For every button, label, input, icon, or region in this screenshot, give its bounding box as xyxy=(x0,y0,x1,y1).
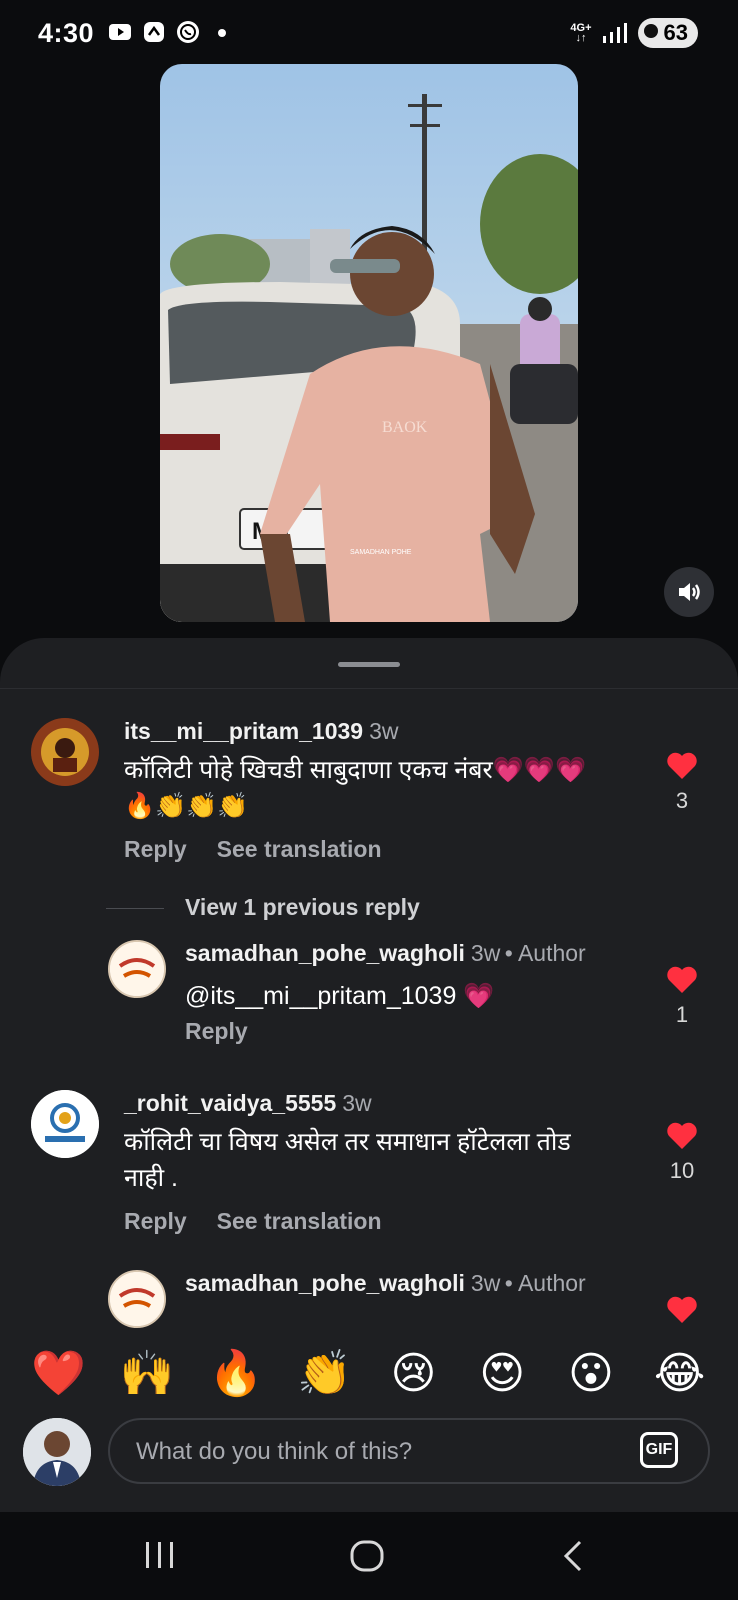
heart-icon xyxy=(667,752,697,779)
battery-indicator: 63 xyxy=(637,18,698,48)
view-previous-reply-button[interactable]: View 1 previous reply xyxy=(185,894,420,921)
reaction-raised-hands[interactable]: 🙌 xyxy=(117,1347,177,1399)
system-nav-bar xyxy=(0,1512,738,1600)
shirt-text: BAOK xyxy=(382,419,428,436)
comment-time: 3w xyxy=(342,1090,372,1116)
like-button[interactable]: 10 xyxy=(662,1122,702,1184)
avatar-image xyxy=(31,1090,99,1158)
comment-input[interactable]: What do you think of this? GIF xyxy=(108,1418,710,1484)
like-button[interactable]: 3 xyxy=(662,752,702,814)
home-icon[interactable] xyxy=(350,1540,384,1572)
status-time: 4:30 xyxy=(38,18,95,48)
author-badge: • Author xyxy=(504,940,586,966)
avatar[interactable] xyxy=(31,1090,99,1158)
avatar[interactable] xyxy=(108,940,166,998)
like-button[interactable]: 1 xyxy=(662,966,702,1028)
comment-username[interactable]: its__mi__pritam_1039 xyxy=(124,718,363,744)
status-bar: 4:30 4G+ ↓↑ 63 xyxy=(0,0,738,66)
reaction-surprised[interactable]: 😮 xyxy=(561,1348,621,1399)
dot-icon xyxy=(218,29,226,37)
current-user-avatar xyxy=(23,1418,91,1486)
video-player[interactable]: MH BAOK SAMADHAN POHE xyxy=(160,64,578,622)
like-count: 3 xyxy=(675,788,689,813)
recent-apps-icon[interactable] xyxy=(144,1540,176,1570)
quick-reactions-bar: ❤️ 🙌 🔥 👏 😢 😍 😮 😂 xyxy=(0,1338,738,1408)
replies-divider xyxy=(106,908,164,909)
heart-icon xyxy=(667,1122,697,1149)
sheet-drag-handle[interactable] xyxy=(338,662,400,667)
gif-button[interactable]: GIF xyxy=(640,1432,678,1468)
comment-input-placeholder: What do you think of this? xyxy=(136,1438,413,1465)
comment-text: कॉलिटी चा विषय असेल तर समाधान हॉटेलला तो… xyxy=(124,1128,571,1192)
like-button[interactable] xyxy=(662,1296,702,1324)
reply-button[interactable]: Reply xyxy=(124,1208,187,1234)
see-translation-button[interactable]: See translation xyxy=(217,836,382,862)
comment-username[interactable]: samadhan_pohe_wagholi xyxy=(185,1270,465,1296)
signal-icon xyxy=(602,23,627,43)
reply-button[interactable]: Reply xyxy=(124,836,187,862)
heart-icon xyxy=(667,1296,697,1323)
whatsapp-icon xyxy=(177,21,199,43)
comment-username[interactable]: samadhan_pohe_wagholi xyxy=(185,940,465,966)
video-watermark: SAMADHAN POHE xyxy=(350,549,412,556)
comment-text: @its__mi__pritam_1039 💗 xyxy=(185,982,495,1010)
avatar-image xyxy=(110,942,164,996)
back-icon[interactable] xyxy=(562,1540,584,1572)
author-badge: • Author xyxy=(504,1270,586,1296)
heart-icon xyxy=(667,966,697,993)
like-count: 10 xyxy=(669,1158,695,1183)
comment-time: 3w xyxy=(470,940,501,966)
app-icon xyxy=(144,22,164,42)
comment-time: 3w xyxy=(369,718,399,744)
avatar-image xyxy=(23,1418,91,1486)
comment-username[interactable]: _rohit_vaidya_5555 xyxy=(124,1090,336,1116)
reaction-laughing[interactable]: 😂 xyxy=(650,1348,710,1399)
reaction-crying[interactable]: 😢 xyxy=(383,1348,443,1399)
avatar-image xyxy=(31,718,99,786)
youtube-icon xyxy=(109,24,131,40)
speaker-icon xyxy=(679,583,700,601)
comment-time: 3w xyxy=(470,1270,501,1296)
reaction-heart[interactable]: ❤️ xyxy=(28,1347,88,1399)
reaction-fire[interactable]: 🔥 xyxy=(206,1347,266,1399)
reply-button[interactable]: Reply xyxy=(185,1018,248,1044)
avatar[interactable] xyxy=(31,718,99,786)
avatar[interactable] xyxy=(108,1270,166,1328)
avatar-image xyxy=(110,1272,164,1326)
comment-text: कॉलिटी पोहे खिचडी साबुदाणा एकच नंबर💗💗💗 🔥… xyxy=(124,756,587,820)
like-count: 1 xyxy=(675,1002,689,1027)
reaction-clap[interactable]: 👏 xyxy=(295,1347,355,1399)
comments-list[interactable]: its__mi__pritam_1039 3w कॉलिटी पोहे खिचडी… xyxy=(0,678,738,1378)
reaction-heart-eyes[interactable]: 😍 xyxy=(472,1348,532,1399)
network-indicator: 4G+ ↓↑ xyxy=(570,22,592,44)
see-translation-button[interactable]: See translation xyxy=(217,1208,382,1234)
video-frame: MH BAOK SAMADHAN POHE xyxy=(160,64,578,622)
volume-button[interactable] xyxy=(664,567,714,617)
